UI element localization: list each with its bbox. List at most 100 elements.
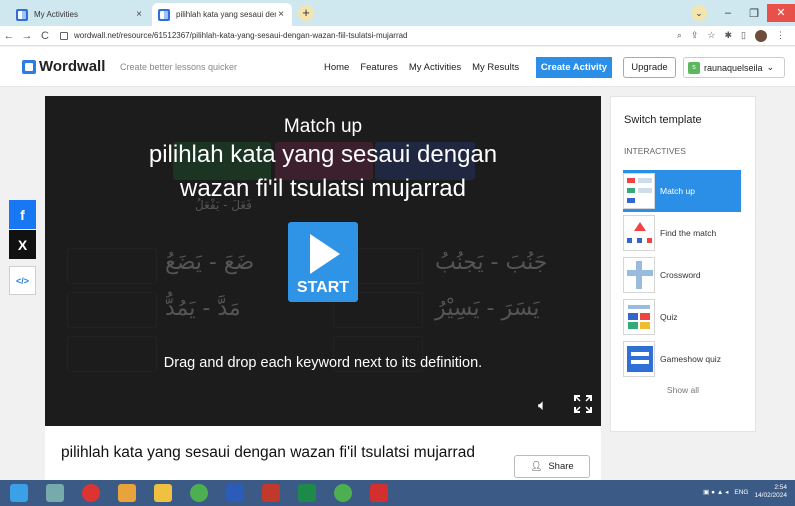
chrome-icon[interactable] xyxy=(190,484,208,502)
menu-icon[interactable]: ⋮ xyxy=(776,30,785,42)
nav-my-activities[interactable]: My Activities xyxy=(409,62,461,73)
opera-icon[interactable] xyxy=(82,484,100,502)
switch-template-panel: Switch template INTERACTIVES Match up Fi… xyxy=(610,96,756,432)
forward-icon[interactable]: → xyxy=(18,30,36,42)
word-icon[interactable] xyxy=(226,484,244,502)
close-icon[interactable]: × xyxy=(276,9,286,20)
ghost-arabic-text: ضَعَ - يَضَعُ xyxy=(165,250,255,275)
tab-activity[interactable]: pilihlah kata yang sesaui dengan × xyxy=(152,3,292,26)
interactives-heading: INTERACTIVES xyxy=(624,146,686,156)
start-label: START xyxy=(296,279,350,296)
ghost-arabic-text: جَنُبَ - يَجنُبُ xyxy=(435,250,548,275)
acrobat-icon[interactable] xyxy=(370,484,388,502)
profile-avatar[interactable] xyxy=(755,29,767,42)
template-name: Match up xyxy=(283,116,363,137)
system-tray: ▣ ● ▲ ◂ ENG 2:54 14/02/2024 xyxy=(703,484,787,500)
volume-icon[interactable]: 🔈︎ xyxy=(538,397,547,414)
embed-button[interactable]: </> xyxy=(9,266,36,295)
switch-template-title: Switch template xyxy=(624,114,702,126)
upgrade-button[interactable]: Upgrade xyxy=(623,57,676,78)
activity-player: ضَعَ - يَضَعُ جَنُبَ - يَجنُبُ مَدَّ - ي… xyxy=(45,96,601,426)
create-activity-button[interactable]: Create Activity xyxy=(536,57,612,78)
quiz-thumbnail-icon xyxy=(623,299,655,335)
windows-taskbar: ▣ ● ▲ ◂ ENG 2:54 14/02/2024 xyxy=(0,480,795,506)
minimize-button[interactable]: – xyxy=(715,7,741,19)
browser-tab-strip: My Activities × pilihlah kata yang sesau… xyxy=(0,0,795,26)
site-header: Wordwall Create better lessons quicker H… xyxy=(0,47,795,87)
tab-search-icon[interactable]: ⌄ xyxy=(691,5,707,21)
lock-icon xyxy=(60,31,68,40)
start-button[interactable]: START xyxy=(288,222,358,302)
clock-date: 14/02/2024 xyxy=(754,492,787,499)
gameshow-quiz-thumbnail-icon xyxy=(623,341,655,377)
language-indicator[interactable]: ENG xyxy=(734,489,748,496)
template-gameshow-quiz[interactable]: Gameshow quiz xyxy=(623,338,741,380)
extensions-icon[interactable]: ✱ xyxy=(725,30,733,42)
tab-my-activities[interactable]: My Activities × xyxy=(10,3,150,26)
new-tab-button[interactable]: + xyxy=(298,5,314,21)
tab-title: My Activities xyxy=(34,10,79,19)
close-icon[interactable]: × xyxy=(134,9,144,20)
find-the-match-thumbnail-icon xyxy=(623,215,655,251)
main-nav: Home Features My Activities My Results xyxy=(324,62,519,73)
template-crossword[interactable]: Crossword xyxy=(623,254,741,296)
activity-info: pilihlah kata yang sesaui dengan wazan f… xyxy=(45,426,601,486)
bookmark-star-icon[interactable]: ☆ xyxy=(707,30,715,42)
template-label: Match up xyxy=(660,186,695,196)
template-find-the-match[interactable]: Find the match xyxy=(623,212,741,254)
match-up-thumbnail-icon xyxy=(623,173,655,209)
show-all-link[interactable]: Show all xyxy=(611,385,755,395)
user-menu[interactable]: s raunaquelseila ⌄ xyxy=(683,57,785,78)
x-share-button[interactable]: X xyxy=(9,230,36,259)
file-explorer-icon[interactable] xyxy=(154,484,172,502)
instructions: Drag and drop each keyword next to its d… xyxy=(163,355,483,371)
reload-icon[interactable]: C xyxy=(36,30,54,42)
tagline: Create better lessons quicker xyxy=(120,62,238,72)
fullscreen-icon[interactable] xyxy=(573,394,593,414)
template-label: Quiz xyxy=(660,312,678,322)
address-bar: ← → C wordwall.net/resource/61512367/pil… xyxy=(0,26,795,46)
share-button[interactable]: 👤︎ Share xyxy=(514,455,590,478)
excel-icon[interactable] xyxy=(298,484,316,502)
back-icon[interactable]: ← xyxy=(0,30,18,42)
logo-text: Wordwall xyxy=(39,58,106,75)
crossword-thumbnail-icon xyxy=(623,257,655,293)
ghost-slot xyxy=(67,292,157,328)
chrome-active-icon[interactable] xyxy=(334,484,352,502)
nav-features[interactable]: Features xyxy=(360,62,398,73)
powerpoint-icon[interactable] xyxy=(262,484,280,502)
wordwall-logo[interactable]: Wordwall xyxy=(22,58,105,75)
play-icon xyxy=(310,234,340,274)
template-match-up[interactable]: Match up xyxy=(623,170,741,212)
nav-home[interactable]: Home xyxy=(324,62,349,73)
taskview-icon[interactable] xyxy=(46,484,64,502)
ghost-slot xyxy=(67,248,157,284)
url-text: wordwall.net/resource/61512367/pilihlah-… xyxy=(74,31,408,40)
facebook-share-button[interactable]: f xyxy=(9,200,36,229)
template-label: Gameshow quiz xyxy=(660,354,721,364)
template-label: Crossword xyxy=(660,270,701,280)
wordwall-favicon-icon xyxy=(16,8,28,21)
username: raunaquelseila xyxy=(704,62,763,73)
windows-start-icon[interactable] xyxy=(10,484,28,502)
template-label: Find the match xyxy=(660,228,717,238)
tray-icons[interactable]: ▣ ● ▲ ◂ xyxy=(703,488,728,496)
template-quiz[interactable]: Quiz xyxy=(623,296,741,338)
player-title: pilihlah kata yang sesaui dengan wazan f… xyxy=(45,138,601,206)
person-icon: 👤︎ xyxy=(530,461,543,472)
window-controls: ⌄ – ❐ ✕ xyxy=(691,0,795,26)
user-avatar: s xyxy=(688,61,700,74)
maximize-button[interactable]: ❐ xyxy=(741,7,767,20)
side-panel-icon[interactable]: ▯ xyxy=(741,30,746,42)
share-page-icon[interactable]: ⇪ xyxy=(691,30,699,42)
nav-my-results[interactable]: My Results xyxy=(472,62,519,73)
wordwall-logo-icon xyxy=(22,59,36,74)
zoom-icon[interactable]: ⌕ xyxy=(677,30,682,42)
winzip-icon[interactable] xyxy=(118,484,136,502)
clock[interactable]: 2:54 14/02/2024 xyxy=(754,484,787,500)
player-title-line2: wazan fi'il tsulatsi mujarrad xyxy=(179,175,467,202)
player-title-line1: pilihlah kata yang sesaui dengan xyxy=(148,141,498,168)
close-window-button[interactable]: ✕ xyxy=(767,4,795,22)
url-field[interactable]: wordwall.net/resource/61512367/pilihlah-… xyxy=(60,31,677,40)
clock-time: 2:54 xyxy=(774,484,787,491)
